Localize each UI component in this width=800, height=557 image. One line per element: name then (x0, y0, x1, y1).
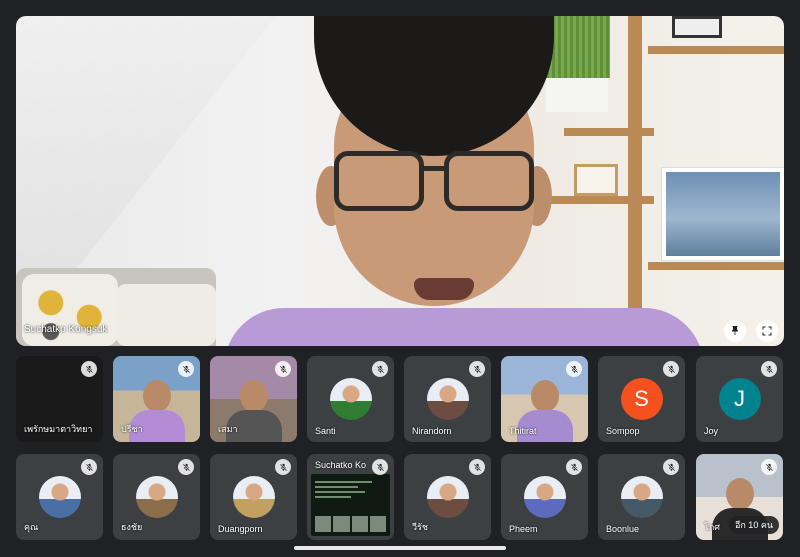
mic-off-indicator (761, 361, 777, 377)
mic-off-icon (85, 463, 93, 471)
participant-name: Boonlue (606, 524, 640, 534)
background-shelf (648, 262, 784, 270)
mic-off-indicator (81, 361, 97, 377)
participant-tile[interactable]: เสมา (210, 356, 297, 442)
mic-off-icon (279, 463, 287, 471)
more-participants-badge[interactable]: อีก 10 คน (728, 516, 779, 534)
participant-tile[interactable]: Duangporn (210, 454, 297, 540)
participant-avatar (232, 476, 275, 518)
shared-screen-preview (311, 474, 390, 536)
participant-name: ธงชัย (121, 522, 143, 532)
speaker-mouth (414, 278, 474, 300)
mic-off-icon (667, 463, 675, 471)
pin-icon (732, 326, 738, 335)
participant-avatar (426, 378, 469, 420)
participant-tile[interactable]: Boonlue (598, 454, 685, 540)
participant-tile[interactable]: ปรีชา (113, 356, 200, 442)
mic-off-indicator (275, 459, 291, 475)
fullscreen-button[interactable] (756, 320, 778, 342)
mic-off-icon (473, 365, 481, 373)
participant-tile[interactable]: Suchatko Ko (307, 454, 394, 540)
fullscreen-icon (762, 326, 772, 336)
mic-off-indicator (275, 361, 291, 377)
participant-name: Suchatko Ko (315, 460, 367, 470)
mic-off-indicator (372, 459, 388, 475)
participant-name: Sompop (606, 426, 640, 436)
mic-off-icon (182, 365, 190, 373)
participant-tile[interactable]: Santi (307, 356, 394, 442)
mic-off-icon (376, 365, 384, 373)
participant-name: โกศ (704, 522, 720, 532)
participant-name: เสมา (218, 424, 238, 434)
participant-name: Joy (704, 426, 719, 436)
mic-off-indicator (81, 459, 97, 475)
mic-off-indicator (469, 361, 485, 377)
mic-off-indicator (178, 361, 194, 377)
participant-tile[interactable]: Nirandorn (404, 356, 491, 442)
participant-avatar (135, 476, 178, 518)
participant-avatar (329, 378, 372, 420)
mic-off-indicator (566, 459, 582, 475)
speaker-glasses (334, 151, 424, 211)
participant-tile[interactable]: Pheem (501, 454, 588, 540)
mic-off-icon (182, 463, 190, 471)
participant-initial-avatar: S (620, 378, 663, 420)
mic-off-indicator (566, 361, 582, 377)
participant-avatar (38, 476, 81, 518)
speaker-figure (224, 16, 704, 346)
speaker-glasses-bridge (422, 166, 446, 171)
mic-off-indicator (761, 459, 777, 475)
mic-off-indicator (469, 459, 485, 475)
mic-off-icon (570, 365, 578, 373)
mic-off-indicator (663, 361, 679, 377)
background-pillow (22, 274, 118, 346)
speaker-glasses (444, 151, 534, 211)
mic-off-icon (667, 365, 675, 373)
participant-tile[interactable]: S Sompop (598, 356, 685, 442)
participant-name: Nirandorn (412, 426, 452, 436)
participant-name: Pheem (509, 524, 538, 534)
participant-tile[interactable]: เพรักษมาตาวิทยา (16, 356, 103, 442)
participant-initial-avatar: J (718, 378, 761, 420)
participant-name: Santi (315, 426, 336, 436)
background-landscape-photo (662, 168, 784, 260)
mic-off-icon (85, 365, 93, 373)
mic-off-icon (279, 365, 287, 373)
participant-tile[interactable]: ธงชัย (113, 454, 200, 540)
background-frame (672, 16, 722, 38)
background-shelf (648, 46, 784, 54)
mic-off-icon (765, 463, 773, 471)
participant-avatar (426, 476, 469, 518)
background-pillow (116, 284, 216, 346)
mic-off-icon (570, 463, 578, 471)
home-indicator[interactable] (294, 546, 506, 550)
participant-tile[interactable]: คุณ (16, 454, 103, 540)
participant-name: เพรักษมาตาวิทยา (24, 424, 93, 434)
mic-off-indicator (178, 459, 194, 475)
speaker-shirt (224, 308, 704, 346)
mic-off-indicator (663, 459, 679, 475)
participant-name: คุณ (24, 522, 39, 532)
participant-avatar (523, 476, 566, 518)
mic-off-indicator (372, 361, 388, 377)
participant-tile[interactable]: Thitirat (501, 356, 588, 442)
participant-avatar (620, 476, 663, 518)
participant-name: Thitirat (509, 426, 537, 436)
mic-off-icon (473, 463, 481, 471)
speaker-name-label: Suchatko Kongsuk (24, 324, 108, 335)
participant-name: Duangporn (218, 524, 263, 534)
mic-off-icon (765, 365, 773, 373)
participant-name: ปรีชา (121, 424, 143, 434)
participant-tile[interactable]: วีรัช (404, 454, 491, 540)
participant-tile[interactable]: J Joy (696, 356, 783, 442)
main-speaker-video[interactable]: Suchatko Kongsuk (16, 16, 784, 346)
pin-button[interactable] (724, 320, 746, 342)
participant-name: วีรัช (412, 522, 428, 532)
participant-tile[interactable]: โกศ อีก 10 คน (696, 454, 783, 540)
mic-off-icon (376, 463, 384, 471)
